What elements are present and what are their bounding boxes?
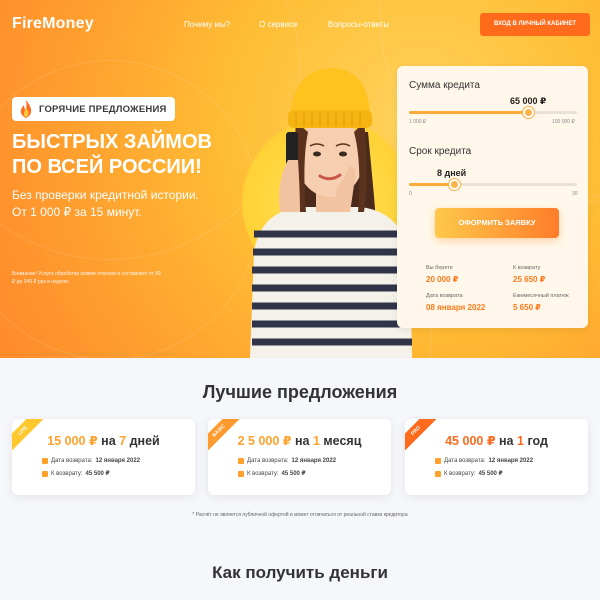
amount-slider-fill	[409, 111, 529, 114]
woman-with-phone-illustration	[250, 68, 412, 358]
ruble-icon	[238, 470, 244, 477]
info-label-borrow: Вы берете	[426, 265, 453, 271]
amount-label: Сумма кредита	[409, 80, 480, 91]
nav-link-faq[interactable]: Вопросы-ответы	[328, 20, 389, 29]
term-max-label: 30	[572, 191, 578, 197]
offer-date-value: 12 января 2022	[488, 458, 534, 464]
offer-return-label: К возврату:	[51, 470, 83, 477]
offer-on: на	[101, 434, 116, 448]
cabinet-login-button[interactable]: ВХОД В ЛИЧНЫЙ КАБИНЕТ	[480, 13, 590, 36]
amount-slider[interactable]	[409, 107, 577, 118]
offer-card-basic[interactable]: BASIC 2 5 000 ₽ на 1 месяц Дата возврата…	[208, 419, 391, 495]
hero-title: БЫСТРЫХ ЗАЙМОВ ПО ВСЕЙ РОССИИ!	[12, 130, 252, 180]
offer-date-value: 12 января 2022	[95, 458, 141, 464]
hero-title-line: ПО ВСЕЙ РОССИИ!	[12, 156, 202, 178]
offer-return-value: 45 500 ₽	[478, 471, 503, 477]
offer-term-unit: месяц	[323, 434, 362, 448]
ruble-icon	[42, 470, 48, 477]
nav-link-about[interactable]: О сервисе	[259, 20, 298, 29]
term-slider[interactable]	[409, 179, 577, 190]
offer-return-value: 45 500 ₽	[281, 471, 306, 477]
calendar-icon	[435, 458, 441, 464]
hero-title-line: БЫСТРЫХ ЗАЙМОВ	[12, 131, 212, 153]
offer-amount: 2 5 000 ₽	[237, 434, 292, 448]
info-label-return: К возврату	[513, 265, 541, 271]
info-value-date: 08 января 2022	[426, 303, 486, 312]
amount-value: 65 000 ₽	[510, 96, 547, 106]
info-label-monthly: Ежемесячный платеж	[513, 293, 569, 299]
offer-term-number: 7	[119, 434, 127, 448]
how-to-get-money-title: Как получить деньги	[212, 563, 388, 582]
offer-term-number: 1	[312, 434, 320, 448]
offer-date-row: Дата возврата: 12 января 2022	[238, 458, 336, 464]
info-value-return: 25 650 ₽	[513, 275, 546, 284]
hero-subtitle: Без проверки кредитной истории. От 1 000…	[12, 187, 242, 221]
calendar-icon	[238, 458, 244, 464]
info-value-monthly: 5 650 ₽	[513, 303, 541, 312]
offer-on: на	[499, 434, 514, 448]
term-slider-fill	[409, 183, 455, 186]
offer-card-lite[interactable]: LITE 15 000 ₽ на 7 дней Дата возврата: 1…	[12, 419, 195, 495]
offer-amount: 45 000 ₽	[445, 434, 496, 448]
offer-date-row: Дата возврата: 12 января 2022	[435, 458, 533, 464]
info-value-borrow: 20 000 ₽	[426, 275, 459, 284]
loan-calculator: Сумма кредита 65 000 ₽ 1 000 ₽ 100 000 ₽…	[397, 66, 588, 328]
term-label: Срок кредита	[409, 146, 472, 157]
hot-offers-badge: ГОРЯЧИЕ ПРЕДЛОЖЕНИЯ	[12, 97, 175, 121]
offer-return-row: К возврату: 45 500 ₽	[238, 470, 306, 477]
flame-icon	[20, 100, 32, 118]
amount-max-label: 100 000 ₽	[552, 119, 575, 125]
best-offers-title: Лучшие предложения	[202, 382, 398, 402]
offer-date-value: 12 января 2022	[291, 458, 337, 464]
fee-notice: Внимание! Услуга обработки заявки платна…	[12, 271, 161, 285]
ruble-icon	[435, 470, 441, 477]
offer-card-pro[interactable]: PRO 45 000 ₽ на 1 год Дата возврата: 12 …	[405, 419, 588, 495]
hero-subtitle-line: От 1 000 ₽ за 15 минут.	[12, 205, 142, 219]
offer-return-value: 45 500 ₽	[85, 471, 110, 477]
offer-return-label: К возврату:	[444, 470, 476, 477]
calendar-icon	[42, 458, 48, 464]
logo[interactable]: FireMoney	[12, 15, 94, 33]
offer-headline: 2 5 000 ₽ на 1 месяц	[208, 433, 391, 448]
term-value: 8 дней	[437, 168, 467, 178]
amount-slider-handle[interactable]	[522, 107, 534, 118]
offer-amount: 15 000 ₽	[47, 434, 98, 448]
offer-date-label: Дата возврата:	[51, 458, 93, 464]
term-min-label: 0	[409, 191, 412, 197]
amount-min-label: 1 000 ₽	[409, 119, 427, 125]
offers-disclaimer: * Расчёт не является публичной офертой и…	[192, 512, 408, 518]
hero-subtitle-line: Без проверки кредитной истории.	[12, 188, 199, 202]
offer-date-label: Дата возврата:	[444, 458, 486, 464]
site-header: FireMoney Почему мы? О сервисе Вопросы-о…	[0, 0, 600, 50]
hot-offers-label: ГОРЯЧИЕ ПРЕДЛОЖЕНИЯ	[39, 103, 167, 115]
offer-return-row: К возврату: 45 500 ₽	[435, 470, 503, 477]
offer-term-unit: год	[527, 434, 548, 448]
offer-date-label: Дата возврата:	[247, 458, 289, 464]
offer-return-row: К возврату: 45 500 ₽	[42, 470, 110, 477]
offer-return-label: К возврату:	[247, 470, 279, 477]
nav-link-why-us[interactable]: Почему мы?	[184, 20, 230, 29]
apply-button[interactable]: ОФОРМИТЬ ЗАЯВКУ	[435, 208, 559, 238]
offer-date-row: Дата возврата: 12 января 2022	[42, 458, 140, 464]
info-label-date: Дата возврата	[426, 293, 463, 299]
offer-term-unit: дней	[129, 434, 160, 448]
offer-headline: 45 000 ₽ на 1 год	[405, 433, 588, 448]
term-slider-handle[interactable]	[448, 179, 460, 190]
offer-on: на	[294, 434, 310, 448]
offer-term-number: 1	[517, 434, 524, 448]
offer-headline: 15 000 ₽ на 7 дней	[12, 433, 195, 448]
